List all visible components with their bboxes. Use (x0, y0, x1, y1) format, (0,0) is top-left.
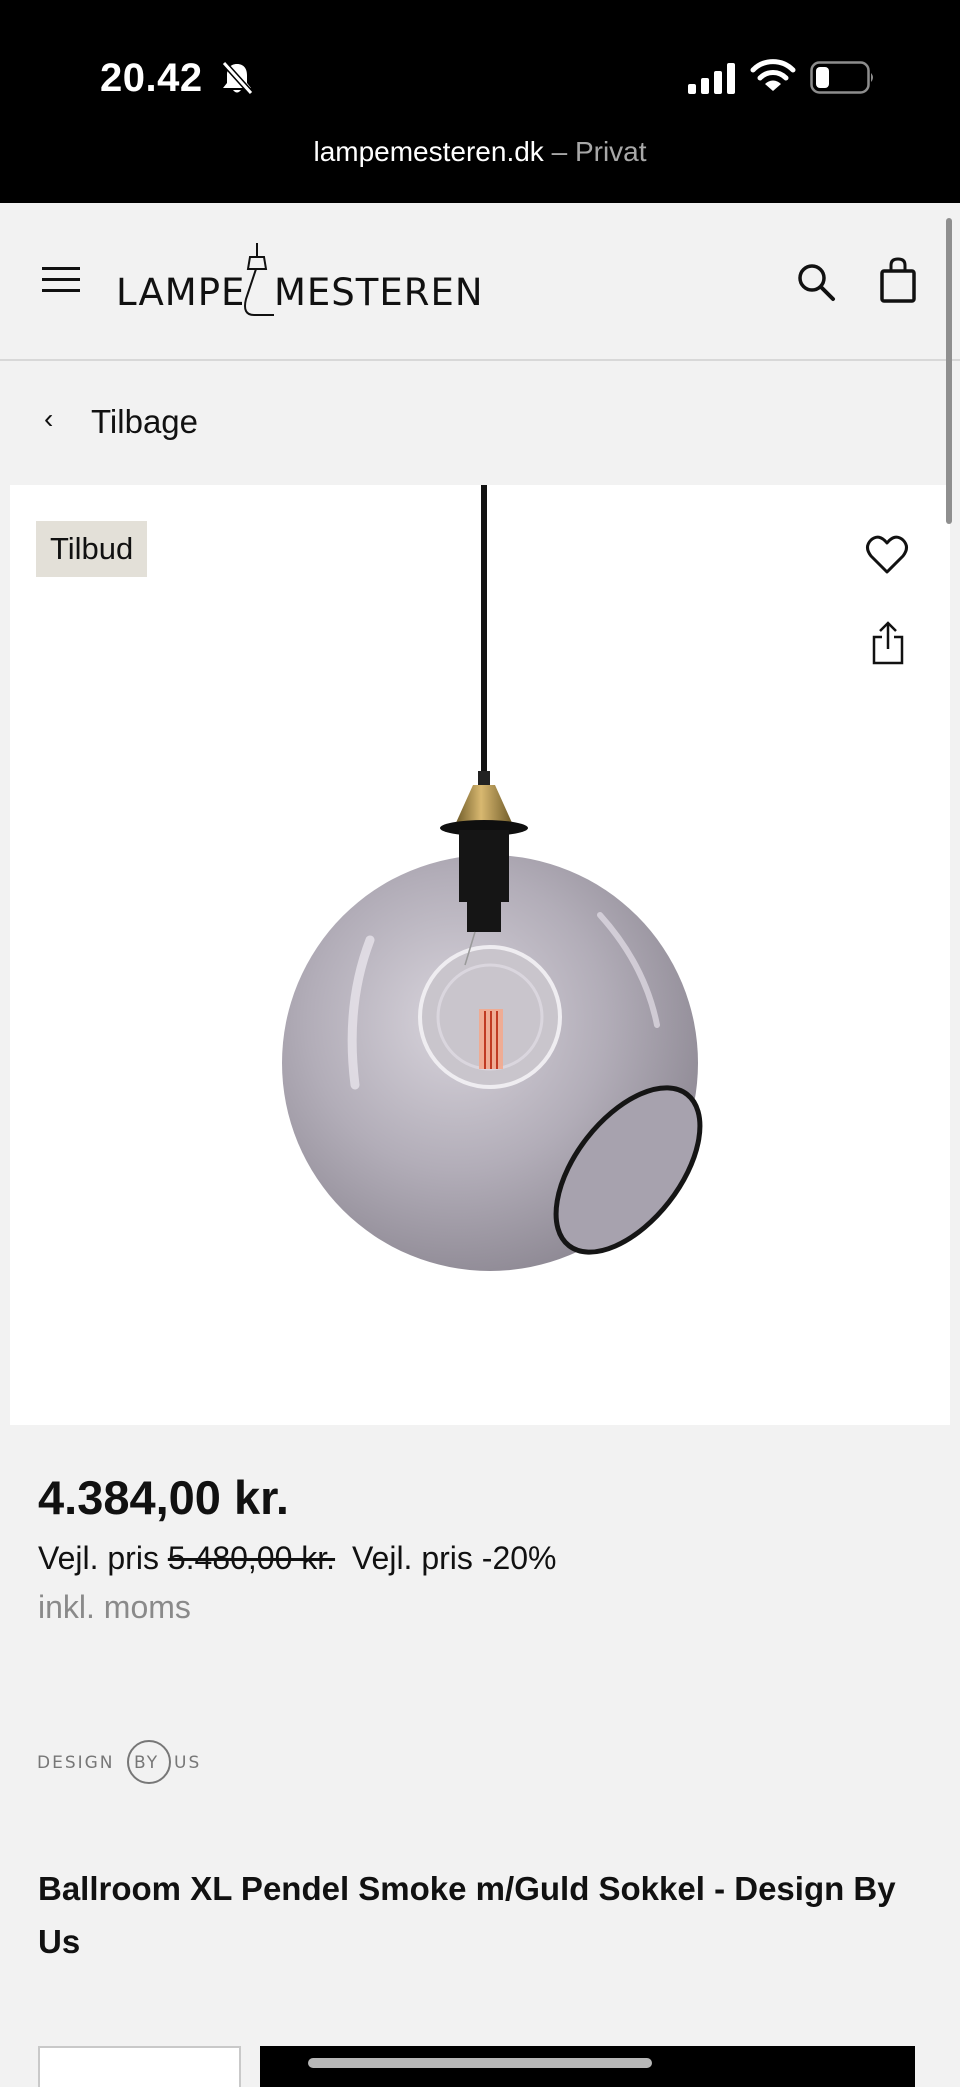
back-link[interactable]: ‹ Tilbage (0, 361, 960, 485)
chevron-left-icon: ‹ (44, 403, 54, 434)
svg-text:BY: BY (134, 1753, 159, 1773)
scrollbar[interactable] (946, 218, 952, 524)
battery-icon (810, 61, 873, 94)
browser-top-bar: 20.42 lampemesteren.dk – Privat (0, 0, 960, 203)
lamp-logo-icon (244, 243, 274, 316)
status-time: 20.42 (100, 56, 203, 100)
brand-logo[interactable]: DESIGN BY US (37, 1737, 209, 1787)
quantity-stepper[interactable] (38, 2046, 241, 2087)
menu-icon-line (42, 278, 80, 281)
product-price: 4.384,00 kr. (38, 1471, 289, 1524)
signal-icon (688, 63, 735, 94)
address-bar[interactable]: lampemesteren.dk – Privat (0, 136, 960, 168)
product-title: Ballroom XL Pendel Smoke m/Guld Sokkel -… (38, 1870, 896, 1960)
url-domain: lampemesteren.dk (313, 136, 544, 167)
pendant-lamp-image (282, 485, 703, 1271)
private-mode-label: – Privat (551, 136, 647, 167)
bell-slash-icon (221, 60, 254, 96)
rrp-label: Vejl. pris (38, 1540, 159, 1576)
home-indicator (308, 2058, 652, 2068)
share-icon[interactable] (870, 621, 906, 665)
bag-icon[interactable] (880, 257, 916, 303)
menu-icon-line (42, 289, 80, 292)
vat-note: inkl. moms (38, 1589, 191, 1625)
recommended-price-row: Vejl. pris 5.480,00 kr. Vejl. pris -20% (38, 1540, 556, 1577)
logo-text-right: MESTEREN (274, 271, 484, 314)
search-icon[interactable] (795, 261, 837, 303)
menu-icon-line (42, 267, 80, 270)
logo-text-left: LAMPE (116, 271, 246, 314)
svg-text:US: US (174, 1753, 201, 1773)
site-logo[interactable]: LAMPE MESTEREN (116, 243, 483, 323)
menu-button[interactable] (42, 263, 82, 297)
heart-icon[interactable] (865, 534, 909, 576)
discount-label: Vejl. pris -20% (351, 1540, 557, 1576)
svg-text:DESIGN: DESIGN (37, 1753, 115, 1773)
back-label: Tilbage (91, 403, 199, 440)
product-image[interactable]: Tilbud (10, 485, 950, 1425)
wifi-icon (750, 59, 796, 91)
sale-badge: Tilbud (36, 521, 148, 577)
rrp-old-price: 5.480,00 kr. (167, 1540, 336, 1576)
site-header: LAMPE MESTEREN (0, 203, 960, 361)
